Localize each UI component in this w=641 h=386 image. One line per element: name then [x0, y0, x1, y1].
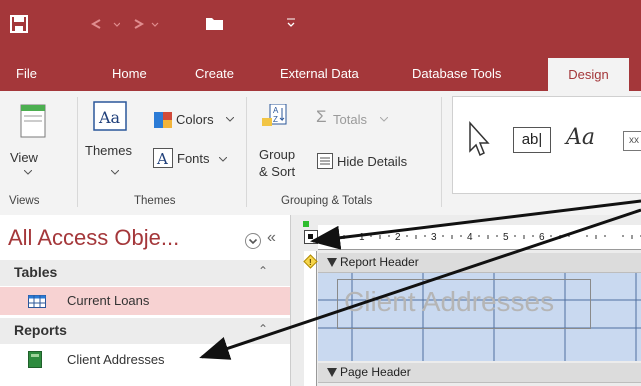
- annotation-arrows: [199, 199, 641, 360]
- annotation-arrow: [199, 208, 641, 360]
- annotation-arrow: [310, 199, 641, 250]
